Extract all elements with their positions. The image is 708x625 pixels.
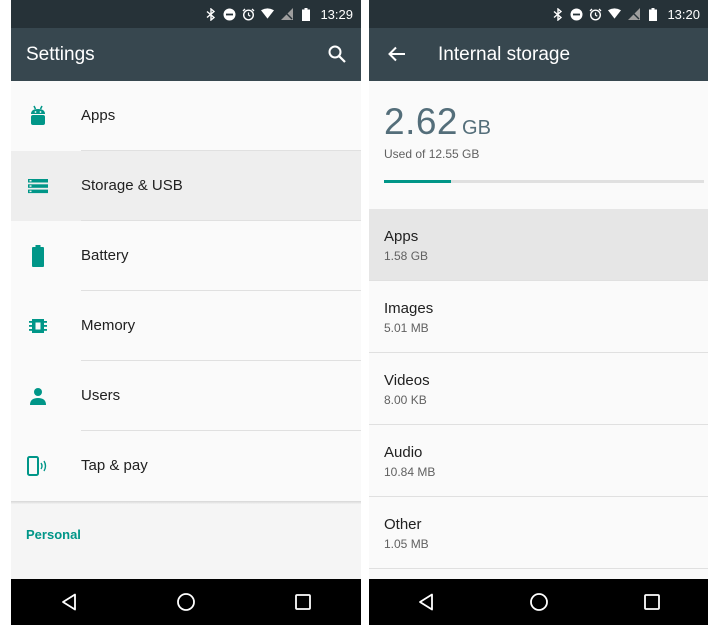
setting-item-apps[interactable]: Apps: [11, 81, 361, 151]
recents-square-icon[interactable]: [640, 590, 664, 614]
internal-storage-screen: 13:20 Internal storage 2.62 GB Used of 12…: [369, 0, 708, 625]
setting-item-memory[interactable]: Memory: [11, 291, 361, 361]
storage-progress-fill: [384, 180, 452, 183]
storage-category-label: Videos: [384, 372, 430, 389]
storage-item-videos[interactable]: Videos 8.00 KB: [369, 353, 708, 425]
arrow-back-icon[interactable]: [385, 42, 409, 66]
storage-category-label: Apps: [384, 228, 419, 245]
app-bar: Settings: [11, 28, 361, 81]
bluetooth-icon: [204, 7, 217, 21]
storage-category-size: 10.84 MB: [384, 465, 436, 479]
battery-icon: [26, 244, 50, 268]
search-icon[interactable]: [325, 42, 349, 66]
status-time: 13:29: [320, 6, 353, 22]
do-not-disturb-icon: [223, 8, 236, 21]
storage-used-amount: 2.62 GB: [384, 101, 491, 143]
tap-pay-icon: [26, 454, 50, 478]
home-circle-icon[interactable]: [527, 590, 551, 614]
setting-label: Users: [81, 387, 121, 404]
section-personal: Personal: [11, 504, 361, 579]
status-time: 13:20: [667, 6, 700, 22]
storage-summary: 2.62 GB Used of 12.55 GB: [369, 81, 708, 209]
nav-bar: [369, 579, 708, 625]
setting-item-users[interactable]: Users: [11, 361, 361, 431]
app-bar: Internal storage: [369, 28, 708, 81]
storage-progress-bar: [384, 180, 704, 183]
recents-square-icon[interactable]: [291, 590, 315, 614]
setting-label: Battery: [81, 247, 129, 264]
storage-item-images[interactable]: Images 5.01 MB: [369, 281, 708, 353]
storage-category-size: 8.00 KB: [384, 393, 427, 407]
settings-list: Apps Storage & USB Battery Memory Users …: [11, 81, 361, 501]
storage-item-audio[interactable]: Audio 10.84 MB: [369, 425, 708, 497]
setting-item-tap-pay[interactable]: Tap & pay: [11, 431, 361, 501]
back-triangle-icon[interactable]: [57, 590, 81, 614]
setting-label: Storage & USB: [81, 177, 183, 194]
storage-category-size: 1.05 MB: [384, 537, 429, 551]
storage-category-list: Apps 1.58 GB Images 5.01 MB Videos 8.00 …: [369, 209, 708, 569]
storage-category-label: Images: [384, 300, 434, 317]
alarm-icon: [589, 8, 602, 21]
storage-category-label: Other: [384, 516, 422, 533]
page-title: Internal storage: [438, 43, 571, 65]
storage-category-size: 5.01 MB: [384, 321, 429, 335]
setting-label: Memory: [81, 317, 136, 334]
wifi-icon: [608, 8, 622, 21]
status-bar: 13:29: [11, 0, 361, 28]
nav-bar: [11, 579, 361, 625]
setting-label: Tap & pay: [81, 457, 148, 474]
storage-used-of-total: Used of 12.55 GB: [384, 147, 480, 161]
storage-item-apps[interactable]: Apps 1.58 GB: [369, 209, 708, 281]
storage-category-size: 1.58 GB: [384, 249, 429, 263]
settings-screen: 13:29 Settings Apps Storage & USB Batter…: [11, 0, 361, 625]
bluetooth-icon: [551, 7, 564, 21]
storage-icon: [26, 174, 50, 198]
android-icon: [26, 104, 50, 128]
storage-category-label: Audio: [384, 444, 423, 461]
page-title: Settings: [26, 43, 95, 65]
no-signal-icon: [627, 8, 640, 21]
setting-label: Apps: [81, 107, 116, 124]
back-triangle-icon[interactable]: [414, 590, 438, 614]
no-signal-icon: [280, 8, 293, 21]
person-icon: [26, 384, 50, 408]
memory-chip-icon: [26, 314, 50, 338]
storage-item-other[interactable]: Other 1.05 MB: [369, 497, 708, 569]
storage-used-value: 2.62: [384, 101, 459, 142]
do-not-disturb-icon: [570, 8, 583, 21]
storage-used-unit: GB: [462, 117, 491, 139]
home-circle-icon[interactable]: [174, 590, 198, 614]
status-bar: 13:20: [369, 0, 708, 28]
battery-status-icon: [646, 7, 659, 21]
setting-item-storage[interactable]: Storage & USB: [11, 151, 361, 221]
battery-status-icon: [299, 7, 312, 21]
setting-item-battery[interactable]: Battery: [11, 221, 361, 291]
section-header: Personal: [26, 527, 81, 542]
wifi-icon: [261, 8, 275, 21]
alarm-icon: [242, 8, 255, 21]
